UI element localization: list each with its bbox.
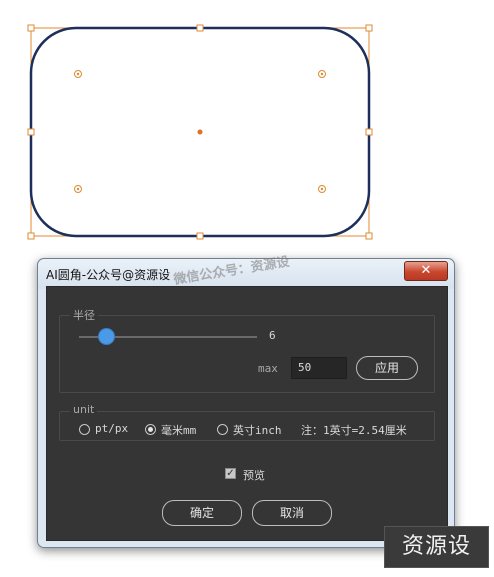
handle-top-left [27,24,35,32]
center-point [197,129,203,135]
close-button[interactable]: ✕ [404,261,448,281]
handle-bottom-center [196,232,204,240]
max-input[interactable]: 50 [291,357,347,379]
radius-group: 半径 [59,307,435,393]
dialog-title: AI圆角-公众号@资源设 [46,268,171,282]
handle-middle-right [365,128,373,136]
brand-logo: 资源设 [384,526,489,568]
handle-top-right [365,24,373,32]
preview-checkbox[interactable]: ✓ [225,468,236,479]
close-icon: ✕ [420,263,432,278]
radio-ptpx-label[interactable]: pt/px [95,422,128,435]
radio-mm-label[interactable]: 毫米mm [161,422,196,438]
radius-group-title: 半径 [70,307,98,323]
radius-slider-value: 6 [269,329,276,342]
ok-button[interactable]: 确定 [162,500,242,526]
preview-label[interactable]: 预览 [243,467,265,483]
handle-bottom-left [27,232,35,240]
handle-top-center [196,24,204,32]
artboard-canvas[interactable] [0,0,494,250]
max-label: max [258,362,278,375]
unit-note: 注：1英寸=2.54厘米 [301,424,407,437]
dialog-titlebar[interactable]: AI圆角-公众号@资源设 微信公众号：资源设 ✕ [38,255,454,289]
apply-button[interactable]: 应用 [356,356,418,380]
radio-inch-label[interactable]: 英寸inch [233,422,282,438]
watermark-text: 微信公众号：资源设 [172,254,291,288]
handle-bottom-right [365,232,373,240]
radio-mm[interactable] [145,424,156,435]
corner-radius-dialog: AI圆角-公众号@资源设 微信公众号：资源设 ✕ 半径 6 max 50 应用 … [37,255,455,548]
cancel-button[interactable]: 取消 [252,500,332,526]
dialog-panel: 半径 6 max 50 应用 unit pt/px 毫米mm 英寸inch 注：… [46,286,448,541]
handle-middle-left [27,128,35,136]
radio-ptpx[interactable] [79,424,90,435]
unit-group-title: unit [70,403,98,416]
radio-inch[interactable] [217,424,228,435]
